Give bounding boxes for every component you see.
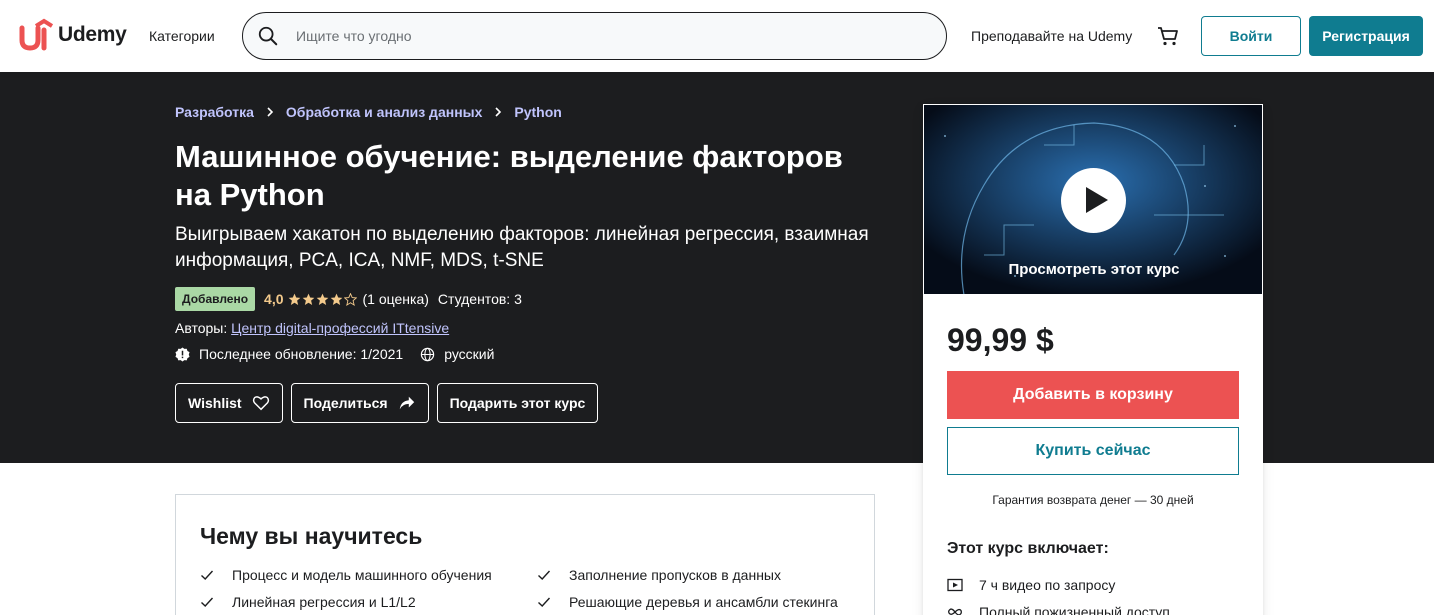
share-label: Поделиться (303, 395, 388, 411)
play-button[interactable] (1061, 168, 1126, 233)
list-item: Заполнение пропусков в данных (537, 566, 860, 583)
course-subtitle: Выигрываем хакатон по выделению факторов… (175, 224, 869, 271)
breadcrumb-item-python[interactable]: Python (514, 104, 561, 120)
authors-line: Авторы: Центр digital-профессий ITtensiv… (175, 320, 449, 336)
search-bar[interactable] (242, 12, 947, 60)
top-header: Udemy Категории Преподавайте на Udemy Во… (0, 0, 1434, 72)
course-meta: Последнее обновление: 1/2021 русский (175, 346, 494, 362)
rating-stars (288, 292, 357, 306)
rating-count-link[interactable]: (1 оценка) (363, 291, 429, 307)
teach-link[interactable]: Преподавайте на Udemy (971, 28, 1132, 44)
globe-icon (421, 347, 435, 361)
author-link[interactable]: Центр digital-профессий ITtensive (231, 320, 449, 336)
learn-item-text: Решающие деревья и ансамбли стекинга (569, 593, 838, 610)
includes-access-text: Полный пожизненный доступ (979, 603, 1170, 615)
list-item: Решающие деревья и ансамбли стекинга (537, 593, 860, 610)
add-to-cart-button[interactable]: Добавить в корзину (947, 371, 1239, 419)
chevron-right-icon (495, 107, 502, 117)
check-icon (201, 597, 214, 607)
star-filled-icon (330, 293, 342, 305)
list-item: 7 ч видео по запросу (947, 571, 1170, 598)
includes-video-text: 7 ч видео по запросу (979, 576, 1116, 593)
udemy-logo[interactable]: Udemy (14, 18, 127, 52)
list-item: Линейная регрессия и L1/L2 (200, 593, 537, 610)
learn-item-text: Заполнение пропусков в данных (569, 566, 781, 583)
gift-course-button[interactable]: Подарить этот курс (436, 383, 599, 423)
includes-list: 7 ч видео по запросу Полный пожизненный … (947, 571, 1170, 615)
alert-badge-icon (175, 346, 190, 362)
infinity-icon (948, 607, 962, 615)
learn-item-text: Линейная регрессия и L1/L2 (232, 593, 416, 610)
includes-title: Этот курс включает: (947, 540, 1109, 557)
buy-now-button[interactable]: Купить сейчас (947, 427, 1239, 475)
star-filled-icon (316, 293, 328, 305)
last-updated: Последнее обновление: 1/2021 (199, 346, 404, 362)
search-input[interactable] (296, 28, 896, 44)
share-arrow-icon (399, 396, 414, 410)
preview-label: Просмотреть этот курс (1008, 261, 1180, 278)
breadcrumb-item-data-science[interactable]: Обработка и анализ данных (286, 104, 482, 120)
course-preview[interactable]: Просмотреть этот курс (923, 104, 1263, 295)
learn-list: Процесс и модель машинного обучения Запо… (200, 566, 860, 610)
cart-icon[interactable] (1156, 24, 1180, 48)
search-icon[interactable] (257, 25, 279, 47)
heart-icon (252, 396, 269, 411)
purchase-card: Просмотреть этот курс 99,99 $ Добавить в… (923, 104, 1263, 615)
learn-item-text: Процесс и модель машинного обучения (232, 566, 492, 583)
udemy-logo-icon (19, 18, 54, 51)
login-button[interactable]: Войти (1201, 16, 1301, 56)
wishlist-label: Wishlist (188, 395, 242, 411)
share-button[interactable]: Поделиться (290, 383, 429, 423)
breadcrumb-item-development[interactable]: Разработка (175, 104, 254, 120)
status-badge: Добавлено (175, 287, 256, 311)
list-item: Полный пожизненный доступ (947, 598, 1170, 615)
learn-title: Чему вы научитесь (200, 523, 423, 549)
rating-value: 4,0 (264, 291, 284, 307)
course-price: 99,99 $ (947, 322, 1054, 358)
star-empty-icon (343, 292, 357, 306)
signup-button[interactable]: Регистрация (1309, 16, 1423, 56)
play-icon (1086, 187, 1108, 213)
list-item: Процесс и модель машинного обучения (200, 566, 537, 583)
check-icon (201, 570, 214, 580)
check-icon (538, 570, 551, 580)
logo-text: Udemy (58, 23, 127, 46)
money-back-guarantee: Гарантия возврата денег — 30 дней (992, 493, 1194, 507)
course-language: русский (444, 346, 495, 362)
course-title: Машинное обучение: выделение факторов на… (175, 139, 843, 212)
star-filled-icon (302, 293, 314, 305)
what-you-will-learn: Чему вы научитесь Процесс и модель машин… (175, 494, 875, 615)
authors-label: Авторы: (175, 320, 228, 336)
course-stats: Добавлено 4,0 (1 оценка) Студентов: 3 (175, 287, 522, 311)
breadcrumb: Разработка Обработка и анализ данных Pyt… (175, 104, 562, 120)
star-filled-icon (288, 293, 300, 305)
wishlist-button[interactable]: Wishlist (175, 383, 283, 423)
check-icon (538, 597, 551, 607)
course-actions: Wishlist Поделиться Подарить этот курс (175, 383, 599, 423)
students-count: Студентов: 3 (437, 291, 522, 307)
categories-menu[interactable]: Категории (149, 28, 215, 44)
chevron-right-icon (267, 107, 274, 117)
video-icon (947, 578, 963, 591)
